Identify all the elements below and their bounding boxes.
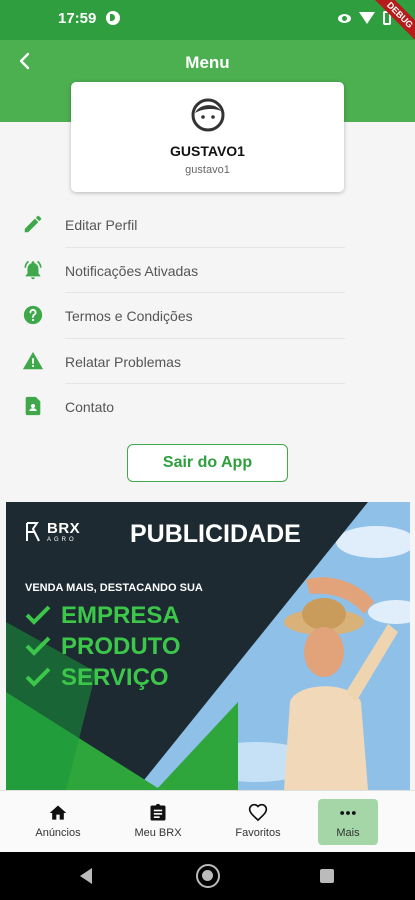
- system-home-icon[interactable]: [196, 864, 220, 888]
- home-icon: [49, 805, 67, 820]
- nav-label: Favoritos: [235, 827, 281, 839]
- logout-button[interactable]: Sair do App: [127, 444, 288, 482]
- ad-bullet: PRODUTO: [25, 633, 181, 661]
- wifi-icon: [359, 12, 375, 24]
- system-back-icon[interactable]: [80, 868, 92, 884]
- menu-item-label: Termos e Condições: [65, 308, 193, 324]
- ad-bullet-text: PRODUTO: [61, 633, 181, 660]
- app-screen: 17:59 DEBUG Menu GUSTAVO1 gustavo1 Edita…: [0, 0, 415, 900]
- menu-item-label: Editar Perfil: [65, 217, 138, 233]
- menu-item-label: Contato: [65, 399, 115, 415]
- help-circle-icon: [23, 305, 43, 325]
- system-recents-icon[interactable]: [320, 869, 334, 883]
- menu-item-edit-profile[interactable]: Editar Perfil: [0, 202, 415, 248]
- ad-tagline: VENDA MAIS, DESTACANDO SUA: [25, 582, 203, 594]
- status-bar: 17:59 DEBUG: [0, 0, 415, 52]
- menu-item-label: Relatar Problemas: [65, 353, 181, 370]
- ad-bullet: SERVIÇO: [25, 664, 169, 692]
- check-icon: [25, 667, 51, 687]
- ad-bullet: EMPRESA: [25, 602, 180, 630]
- menu-list: Editar Perfil Notificações Ativadas Term…: [0, 202, 415, 430]
- warning-icon: [22, 351, 44, 369]
- menu-item-contact[interactable]: Contato: [0, 384, 415, 430]
- status-icons: [338, 11, 391, 25]
- avatar-icon: [191, 98, 225, 132]
- ad-bullet-text: SERVIÇO: [61, 664, 169, 691]
- app-notification-icon: [106, 11, 120, 25]
- nav-item-favoritos[interactable]: Favoritos: [218, 799, 298, 845]
- brx-logo-icon: [26, 522, 40, 542]
- menu-item-label: Notificações Ativadas: [65, 262, 199, 279]
- eye-icon: [338, 13, 351, 23]
- ad-bullet-text: EMPRESA: [61, 602, 180, 629]
- profile-username: gustavo1: [185, 164, 230, 176]
- more-icon: [340, 811, 356, 815]
- pencil-icon: [24, 215, 42, 233]
- page-title: Menu: [185, 53, 230, 72]
- nav-item-mais[interactable]: Mais: [318, 799, 378, 845]
- menu-item-notifications[interactable]: Notificações Ativadas: [0, 248, 415, 293]
- nav-label: Mais: [336, 827, 360, 839]
- profile-name: GUSTAVO1: [170, 143, 245, 159]
- contact-icon: [25, 396, 41, 416]
- heart-icon: [248, 803, 268, 822]
- ad-brand-name: BRX: [47, 520, 81, 537]
- menu-item-terms[interactable]: Termos e Condições: [0, 293, 415, 339]
- system-navigation-bar: [0, 852, 415, 900]
- nav-label: Anúncios: [35, 827, 81, 839]
- nav-label: Meu BRX: [134, 827, 182, 839]
- status-time: 17:59: [58, 10, 97, 27]
- bell-ringing-icon: [24, 260, 42, 279]
- nav-item-meu-brx[interactable]: Meu BRX: [118, 799, 198, 845]
- profile-card: GUSTAVO1 gustavo1: [71, 82, 344, 192]
- ad-banner[interactable]: BRX AGRO PUBLICIDADE VENDA MAIS, DESTACA…: [6, 502, 410, 790]
- check-icon: [25, 605, 51, 625]
- clipboard-icon: [150, 803, 166, 821]
- check-icon: [25, 636, 51, 656]
- bottom-navigation: Anúncios Meu BRX Favoritos Mais: [0, 790, 415, 852]
- ad-headline: PUBLICIDADE: [130, 520, 301, 548]
- ad-brand-sub: AGRO: [47, 537, 77, 543]
- menu-item-report-problems[interactable]: Relatar Problemas: [0, 339, 415, 384]
- nav-item-anuncios[interactable]: Anúncios: [18, 799, 98, 845]
